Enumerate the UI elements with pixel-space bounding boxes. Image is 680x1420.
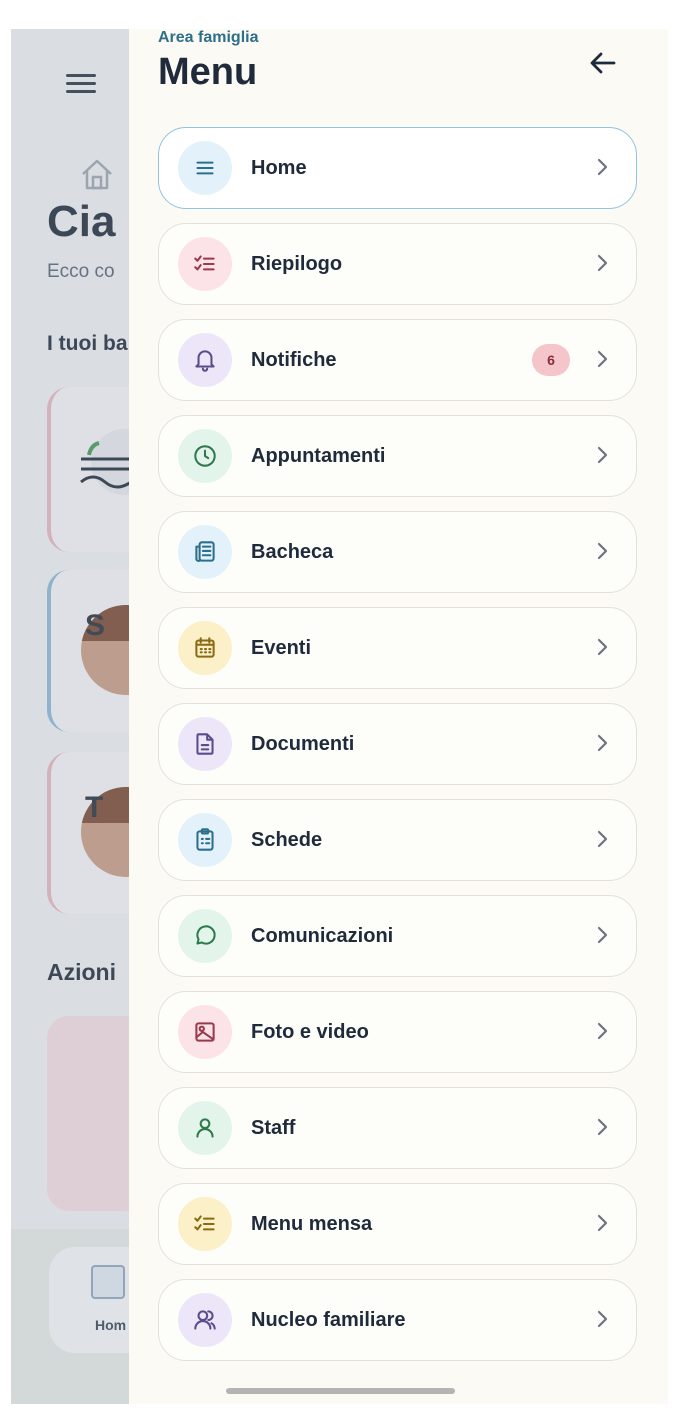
back-button[interactable] <box>581 43 625 83</box>
menu-item-comunicazioni[interactable]: Comunicazioni <box>158 895 637 977</box>
menu-item-menu-mensa[interactable]: Menu mensa <box>158 1183 637 1265</box>
arrow-left-icon <box>590 52 616 74</box>
menu-item-label: Eventi <box>251 637 312 659</box>
chat-bubble-icon <box>178 909 232 963</box>
user-icon <box>178 1101 232 1155</box>
menu-item-eventi[interactable]: Eventi <box>158 607 637 689</box>
menu-item-label: Riepilogo <box>251 253 343 275</box>
image-icon <box>178 1005 232 1059</box>
chevron-right-icon <box>596 347 610 371</box>
menu-item-label: Comunicazioni <box>251 925 394 947</box>
menu-item-label: Schede <box>251 829 323 851</box>
calendar-icon <box>178 621 232 675</box>
menu-item-label: Nucleo familiare <box>251 1309 406 1331</box>
chevron-right-icon <box>596 731 610 755</box>
clock-icon <box>178 429 232 483</box>
chevron-right-icon <box>596 827 610 851</box>
menu-item-label: Documenti <box>251 733 355 755</box>
notification-count-badge: 6 <box>532 344 570 376</box>
clipboard-icon <box>178 813 232 867</box>
drawer-subtitle: Area famiglia <box>158 29 259 46</box>
chevron-right-icon <box>596 1307 610 1331</box>
menu-item-label: Staff <box>251 1117 296 1139</box>
menu-item-label: Home <box>251 157 307 179</box>
menu-item-home[interactable]: Home <box>158 127 637 209</box>
newspaper-icon <box>178 525 232 579</box>
chevron-right-icon <box>596 443 610 467</box>
bell-icon <box>178 333 232 387</box>
menu-item-label: Menu mensa <box>251 1213 373 1235</box>
chevron-right-icon <box>596 1211 610 1235</box>
menu-item-label: Appuntamenti <box>251 445 386 467</box>
chevron-right-icon <box>596 539 610 563</box>
menu-list: Home Riepilogo Notifiche 6 Appuntamenti Bache… <box>158 127 637 1375</box>
home-indicator <box>226 1388 455 1394</box>
menu-item-label: Foto e video <box>251 1021 369 1043</box>
menu-item-documenti[interactable]: Documenti <box>158 703 637 785</box>
menu-item-notifiche[interactable]: Notifiche 6 <box>158 319 637 401</box>
users-icon <box>178 1293 232 1347</box>
chevron-right-icon <box>596 635 610 659</box>
chevron-right-icon <box>596 251 610 275</box>
menu-item-bacheca[interactable]: Bacheca <box>158 511 637 593</box>
checklist-icon <box>178 237 232 291</box>
menu-item-riepilogo[interactable]: Riepilogo <box>158 223 637 305</box>
menu-item-nucleo-familiare[interactable]: Nucleo familiare <box>158 1279 637 1361</box>
checklist-icon <box>178 1197 232 1251</box>
chevron-right-icon <box>596 1115 610 1139</box>
menu-item-staff[interactable]: Staff <box>158 1087 637 1169</box>
chevron-right-icon <box>596 923 610 947</box>
document-icon <box>178 717 232 771</box>
drawer-title: Menu <box>158 51 258 93</box>
navigation-drawer: Area famiglia Menu Home Riepilogo Notifich… <box>129 29 668 1404</box>
menu-item-appuntamenti[interactable]: Appuntamenti <box>158 415 637 497</box>
menu-item-label: Bacheca <box>251 541 334 563</box>
chevron-right-icon <box>596 155 610 179</box>
menu-lines-icon <box>178 141 232 195</box>
chevron-right-icon <box>596 1019 610 1043</box>
menu-item-foto-e-video[interactable]: Foto e video <box>158 991 637 1073</box>
menu-item-schede[interactable]: Schede <box>158 799 637 881</box>
menu-item-label: Notifiche <box>251 349 337 371</box>
